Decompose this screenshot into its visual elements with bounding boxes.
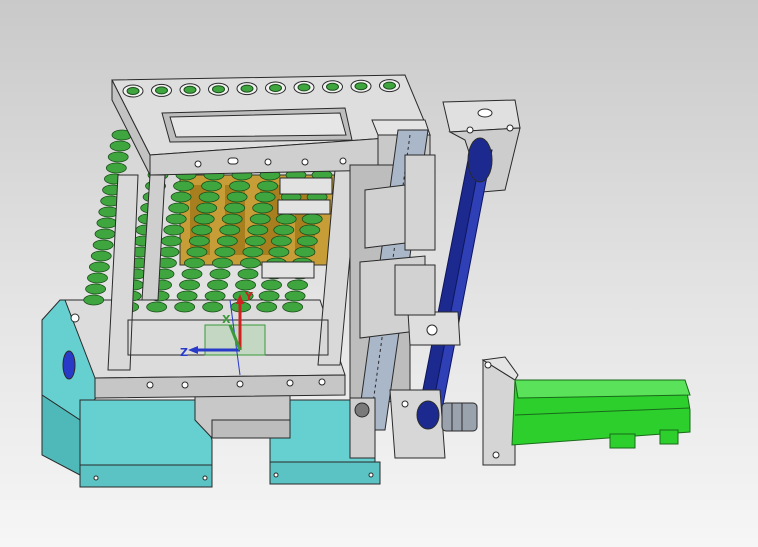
- cad-3d-viewport[interactable]: Z Y X: [0, 0, 758, 547]
- assembly-model-view[interactable]: Z Y X: [0, 0, 758, 547]
- servo-motor-assembly[interactable]: [441, 356, 691, 466]
- z-axis-label: Z: [180, 346, 188, 359]
- y-axis-label: Y: [244, 290, 254, 303]
- screw-head: [269, 84, 282, 92]
- lower-support-block[interactable]: [194, 389, 291, 439]
- screw-head: [155, 86, 168, 95]
- x-axis-label: X: [222, 313, 231, 326]
- screw-head: [240, 84, 254, 93]
- screw-head: [326, 82, 339, 91]
- screw-head: [126, 87, 140, 95]
- screw-head: [354, 82, 368, 91]
- screw-head: [183, 85, 197, 94]
- screw-head: [297, 83, 311, 92]
- screw-head: [212, 85, 225, 94]
- screw-head: [383, 81, 396, 90]
